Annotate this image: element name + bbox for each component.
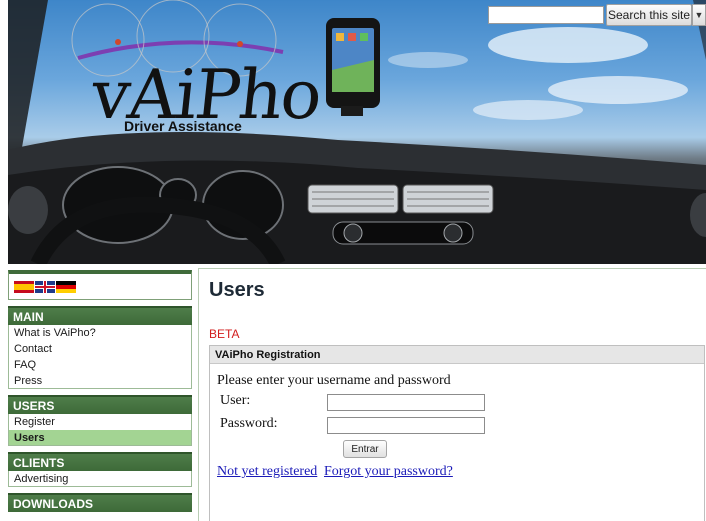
site-search-input[interactable] (488, 6, 604, 24)
menu-header-users: USERS (8, 395, 192, 414)
header-banner: vAiPho Driver Assistance (8, 0, 706, 264)
menu-header-clients: CLIENTS (8, 452, 192, 471)
sidebar-item-users[interactable]: Users (8, 430, 192, 446)
register-link[interactable]: Not yet registered (217, 464, 317, 480)
sidebar-item-press[interactable]: Press (8, 373, 192, 389)
search-button[interactable]: Search this site (606, 4, 692, 26)
sidebar-item-contact[interactable]: Contact (8, 341, 192, 357)
sidebar-item-what-is-vaipho[interactable]: What is VAiPho? (8, 325, 192, 341)
german-flag-icon[interactable] (56, 280, 76, 293)
main-content: Users BETA VAiPho Registration Please en… (198, 268, 706, 521)
submit-button[interactable]: Entrar (343, 440, 387, 458)
login-prompt: Please enter your username and password (217, 373, 451, 388)
sidebar-item-faq[interactable]: FAQ (8, 357, 192, 373)
english-flag-icon[interactable] (35, 280, 55, 293)
registration-heading: VAiPho Registration (210, 346, 704, 364)
page-title: Users (209, 279, 265, 301)
beta-label: BETA (209, 327, 240, 341)
chevron-down-icon[interactable]: ▼ (692, 4, 706, 26)
sidebar-item-advertising[interactable]: Advertising (8, 471, 192, 487)
user-label: User: (220, 393, 251, 408)
spanish-flag-icon[interactable] (14, 280, 34, 293)
password-label: Password: (220, 416, 278, 431)
language-selector (8, 270, 192, 300)
menu-header-main: MAIN (8, 306, 192, 325)
tagline: Driver Assistance (124, 118, 242, 134)
sidebar: MAIN What is VAiPho? Contact FAQ Press U… (8, 270, 192, 512)
username-field[interactable] (327, 394, 485, 411)
menu-header-downloads: DOWNLOADS (8, 493, 192, 512)
password-field[interactable] (327, 417, 485, 434)
forgot-password-link[interactable]: Forgot your password? (324, 464, 453, 480)
registration-panel: VAiPho Registration Please enter your us… (209, 345, 705, 521)
sidebar-item-register[interactable]: Register (8, 414, 192, 430)
